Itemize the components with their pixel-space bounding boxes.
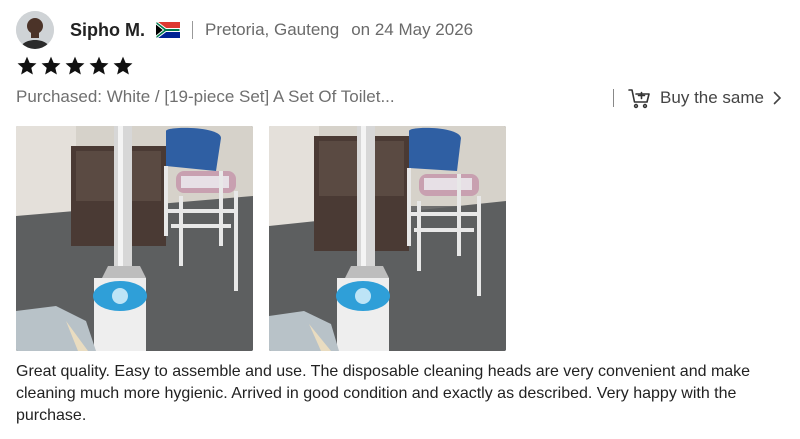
review-photos (16, 126, 506, 351)
review-photo-1[interactable] (16, 126, 253, 351)
star-icon (16, 55, 38, 77)
star-rating (16, 55, 134, 77)
buy-the-same-button[interactable]: Buy the same (613, 84, 784, 112)
divider (613, 89, 615, 107)
cart-plus-icon (628, 86, 652, 110)
star-icon (88, 55, 110, 77)
purchased-variant: Purchased: White / [19-piece Set] A Set … (16, 87, 395, 106)
review-photo-2[interactable] (269, 126, 506, 351)
review-date: on 24 May 2026 (351, 20, 474, 39)
star-icon (64, 55, 86, 77)
star-icon (112, 55, 134, 77)
review-body: Great quality. Easy to assemble and use.… (16, 363, 751, 424)
buy-the-same-label: Buy the same (660, 88, 764, 107)
star-icon (40, 55, 62, 77)
reviewer-name: Sipho M. (70, 19, 145, 40)
divider (192, 21, 193, 39)
reviewer-location: Pretoria, Gauteng (205, 20, 340, 39)
review-header: Sipho M. Pretoria, Gauteng on 24 May 202… (16, 10, 473, 50)
avatar[interactable] (16, 11, 54, 49)
chevron-right-icon (770, 91, 784, 105)
south-africa-flag-icon (155, 20, 181, 40)
